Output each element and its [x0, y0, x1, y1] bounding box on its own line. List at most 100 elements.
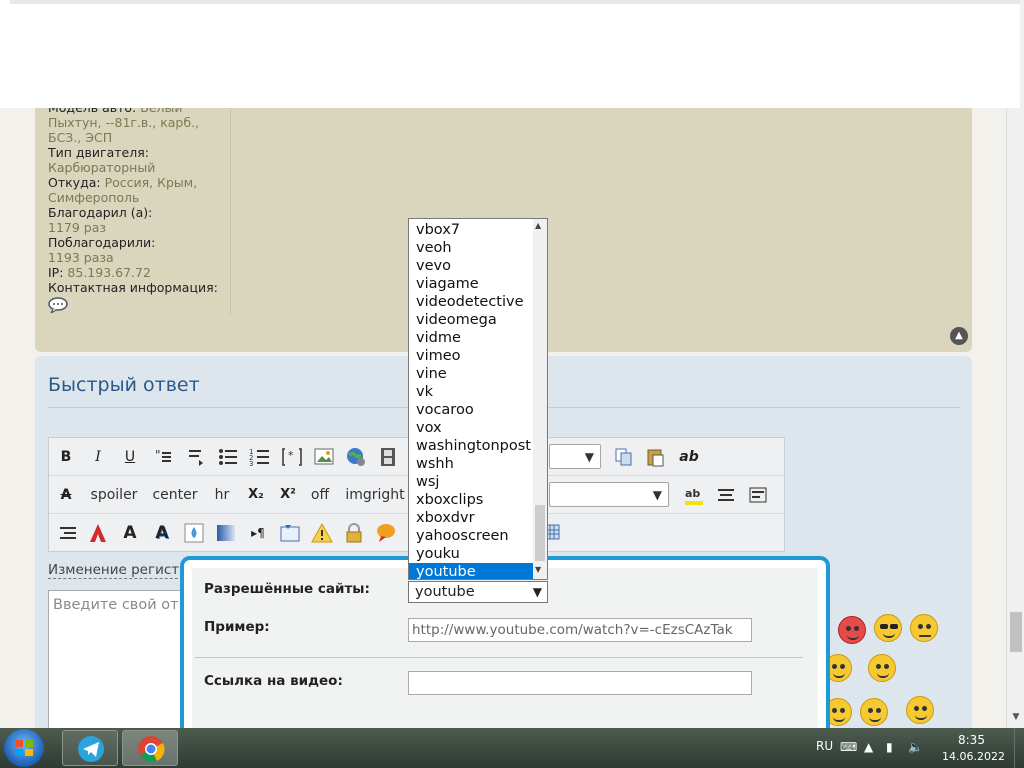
- subscript-button[interactable]: X₂: [245, 484, 267, 506]
- show-hidden-icon[interactable]: ▲: [864, 740, 873, 754]
- superscript-button[interactable]: X²: [277, 484, 299, 506]
- off-button[interactable]: off: [307, 484, 333, 506]
- remove-format-button[interactable]: ab: [677, 446, 701, 468]
- smiley-icon[interactable]: [838, 616, 866, 644]
- clock-time[interactable]: 8:35: [958, 733, 985, 747]
- ltr-icon[interactable]: ▸¶: [247, 522, 269, 544]
- indent-button[interactable]: [185, 446, 207, 468]
- dropdown-option[interactable]: videodetective: [409, 293, 534, 311]
- font-color-a-icon[interactable]: [87, 522, 109, 544]
- center-button[interactable]: center: [151, 484, 199, 506]
- allowed-sites-select[interactable]: youtube ▼: [408, 581, 548, 603]
- scroll-thumb[interactable]: [1010, 612, 1022, 652]
- example-label: Пример:: [204, 619, 270, 635]
- clock-date[interactable]: 14.06.2022: [942, 750, 1005, 763]
- font-size-select[interactable]: ▼: [549, 444, 601, 469]
- highlight-icon[interactable]: ab: [683, 484, 705, 506]
- justify-icon[interactable]: [715, 484, 737, 506]
- scroll-up-icon[interactable]: ▲: [535, 221, 541, 230]
- info-line: Контактная информация:: [48, 280, 218, 295]
- smiley-icon[interactable]: [906, 696, 934, 724]
- dropdown-option[interactable]: veoh: [409, 239, 534, 257]
- quote-button[interactable]: ": [153, 446, 175, 468]
- dropdown-option[interactable]: washingtonpost: [409, 437, 534, 455]
- taskbar-app-telegram[interactable]: [62, 730, 118, 766]
- smiley-icon[interactable]: [868, 654, 896, 682]
- dropdown-option[interactable]: vidme: [409, 329, 534, 347]
- numbered-list-button[interactable]: 123: [249, 446, 271, 468]
- example-field[interactable]: http://www.youtube.com/watch?v=-cEzsCAzT…: [408, 618, 752, 642]
- chevron-down-icon: ▼: [532, 585, 542, 599]
- smiley-icon[interactable]: [910, 614, 938, 642]
- text-shadow-a-icon[interactable]: A: [151, 522, 173, 544]
- dropdown-option[interactable]: vox: [409, 419, 534, 437]
- info-line: Симферополь: [48, 190, 140, 205]
- drop-icon[interactable]: [183, 522, 205, 544]
- lock-icon[interactable]: [343, 522, 365, 544]
- imgright-button[interactable]: imgright: [344, 484, 406, 506]
- underline-button[interactable]: U: [121, 446, 139, 468]
- show-desktop-button[interactable]: [1014, 728, 1024, 768]
- scroll-thumb[interactable]: [535, 505, 545, 561]
- page-scrollbar[interactable]: ▼: [1006, 0, 1024, 728]
- hr-button[interactable]: hr: [211, 484, 233, 506]
- link-globe-icon[interactable]: [345, 446, 367, 468]
- font-face-a-icon[interactable]: A: [119, 522, 141, 544]
- dropdown-option[interactable]: wsj: [409, 473, 534, 491]
- dropdown-option[interactable]: vbox7: [409, 221, 534, 239]
- windows-logo-icon: [15, 740, 33, 756]
- video-film-icon[interactable]: [377, 446, 399, 468]
- scroll-down-icon[interactable]: ▼: [535, 565, 541, 574]
- info-line: Тип двигателя:: [48, 145, 149, 160]
- smiley-icon[interactable]: [860, 698, 888, 726]
- svg-text:ab: ab: [685, 487, 700, 500]
- language-indicator[interactable]: RU: [816, 739, 833, 753]
- dropdown-option[interactable]: vevo: [409, 257, 534, 275]
- align-right-icon[interactable]: [57, 522, 79, 544]
- warning-icon[interactable]: [311, 522, 333, 544]
- dropdown-option[interactable]: wshh: [409, 455, 534, 473]
- align-left-icon[interactable]: [747, 484, 769, 506]
- taskbar-app-chrome[interactable]: [122, 730, 178, 766]
- network-icon[interactable]: ▮: [886, 740, 893, 754]
- dropdown-option[interactable]: yahooscreen: [409, 527, 534, 545]
- info-line: Пыхтун, --81г.в., карб.,: [48, 115, 200, 130]
- system-tray: RU ⌨ ▲ ▮ 🔈 8:35 14.06.2022: [810, 728, 1024, 768]
- info-line: IP: 85.193.67.72: [48, 265, 151, 280]
- speech-icon[interactable]: [375, 522, 397, 544]
- dropdown-option[interactable]: vine: [409, 365, 534, 383]
- strike-button[interactable]: A: [57, 484, 75, 506]
- table-icon[interactable]: [279, 522, 301, 544]
- font-color-select[interactable]: ▼: [549, 482, 669, 507]
- dropdown-option[interactable]: videomega: [409, 311, 534, 329]
- change-case-link[interactable]: Изменение регистр: [48, 562, 188, 579]
- italic-button[interactable]: I: [89, 446, 107, 468]
- bullet-list-button[interactable]: [217, 446, 239, 468]
- speech-bubble-icon[interactable]: [48, 297, 68, 315]
- list-item-button[interactable]: *: [281, 446, 303, 468]
- start-button[interactable]: [4, 729, 44, 767]
- dropdown-option[interactable]: viagame: [409, 275, 534, 293]
- dropdown-scrollbar[interactable]: ▲ ▼: [533, 219, 547, 579]
- scroll-down-icon[interactable]: ▼: [1011, 712, 1021, 722]
- smiley-icon[interactable]: [874, 614, 902, 642]
- dropdown-option[interactable]: xboxdvr: [409, 509, 534, 527]
- spoiler-button[interactable]: spoiler: [89, 484, 139, 506]
- dropdown-option[interactable]: youku: [409, 545, 534, 563]
- divider: [195, 657, 803, 658]
- dropdown-option[interactable]: vk: [409, 383, 534, 401]
- dropdown-option[interactable]: xboxclips: [409, 491, 534, 509]
- dropdown-option[interactable]: vocaroo: [409, 401, 534, 419]
- dropdown-option[interactable]: vimeo: [409, 347, 534, 365]
- gradient-icon[interactable]: [215, 522, 237, 544]
- paste-icon[interactable]: [645, 446, 667, 468]
- image-icon[interactable]: [313, 446, 335, 468]
- info-line: Откуда: Россия, Крым,: [48, 175, 198, 190]
- bold-button[interactable]: B: [57, 446, 75, 468]
- keyboard-icon[interactable]: ⌨: [840, 740, 857, 754]
- volume-icon[interactable]: 🔈: [908, 740, 923, 754]
- copy-icon[interactable]: [613, 446, 635, 468]
- video-link-input[interactable]: [408, 671, 752, 695]
- dropdown-option[interactable]: youtube: [409, 563, 534, 579]
- scroll-to-top-button[interactable]: ▲: [950, 327, 968, 345]
